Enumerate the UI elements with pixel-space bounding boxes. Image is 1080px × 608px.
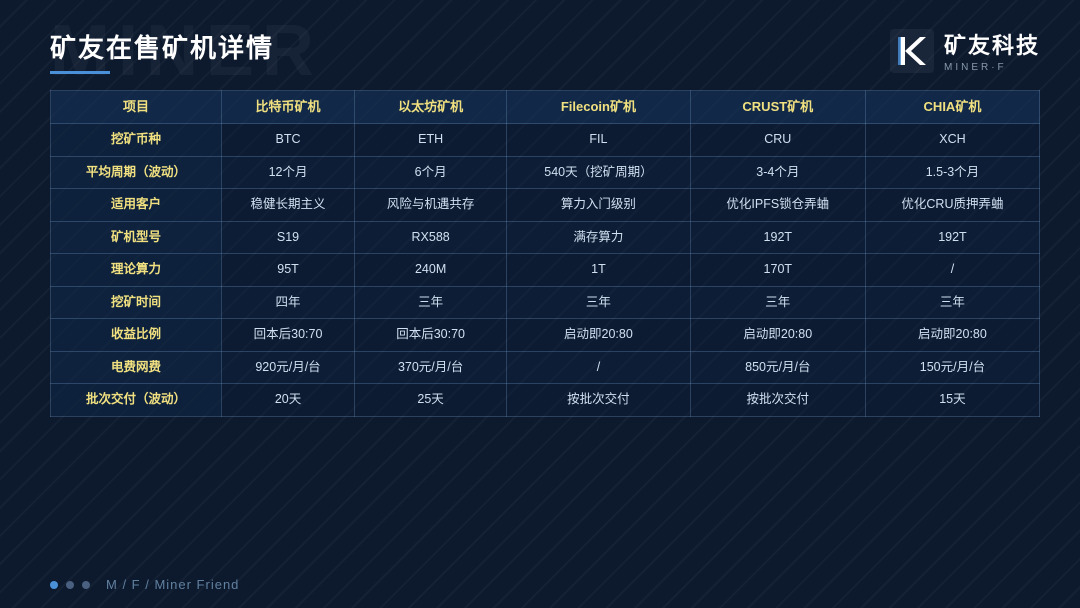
- cell-7-2: 370元/月/台: [355, 351, 507, 384]
- cell-2-4: 优化IPFS锁仓弄蛐: [690, 189, 865, 222]
- cell-2-0: 适用客户: [51, 189, 222, 222]
- cell-5-1: 四年: [221, 286, 354, 319]
- col-header-1: 比特币矿机: [221, 91, 354, 124]
- footer-text: M / F / Miner Friend: [106, 577, 239, 592]
- table-row: 理论算力95T240M1T170T/: [51, 254, 1040, 287]
- cell-7-4: 850元/月/台: [690, 351, 865, 384]
- cell-8-0: 批次交付（波动）: [51, 384, 222, 417]
- dot-3: [82, 581, 90, 589]
- page-title: 矿友在售矿机详情: [50, 28, 274, 65]
- cell-4-1: 95T: [221, 254, 354, 287]
- cell-3-3: 满存算力: [507, 221, 691, 254]
- cell-2-3: 算力入门级别: [507, 189, 691, 222]
- cell-6-1: 回本后30:70: [221, 319, 354, 352]
- table-row: 电费网费920元/月/台370元/月/台/850元/月/台150元/月/台: [51, 351, 1040, 384]
- dot-1: [50, 581, 58, 589]
- cell-7-1: 920元/月/台: [221, 351, 354, 384]
- logo-main-text: 矿友科技: [944, 28, 1040, 60]
- cell-5-2: 三年: [355, 286, 507, 319]
- col-header-0: 项目: [51, 91, 222, 124]
- table-container: 项目 比特币矿机 以太坊矿机 Filecoin矿机 CRUST矿机 CHIA矿机…: [0, 74, 1080, 427]
- cell-8-5: 15天: [865, 384, 1039, 417]
- cell-0-5: XCH: [865, 124, 1039, 157]
- logo-icon: [890, 29, 934, 73]
- cell-1-1: 12个月: [221, 156, 354, 189]
- cell-7-3: /: [507, 351, 691, 384]
- table-body: 挖矿币种BTCETHFILCRUXCH平均周期（波动）12个月6个月540天（挖…: [51, 124, 1040, 417]
- cell-0-3: FIL: [507, 124, 691, 157]
- col-header-3: Filecoin矿机: [507, 91, 691, 124]
- cell-1-5: 1.5-3个月: [865, 156, 1039, 189]
- cell-3-1: S19: [221, 221, 354, 254]
- cell-5-0: 挖矿时间: [51, 286, 222, 319]
- footer: M / F / Miner Friend: [50, 577, 239, 592]
- cell-0-1: BTC: [221, 124, 354, 157]
- col-header-4: CRUST矿机: [690, 91, 865, 124]
- cell-6-3: 启动即20:80: [507, 319, 691, 352]
- cell-8-1: 20天: [221, 384, 354, 417]
- col-header-5: CHIA矿机: [865, 91, 1039, 124]
- cell-8-2: 25天: [355, 384, 507, 417]
- cell-5-3: 三年: [507, 286, 691, 319]
- cell-3-5: 192T: [865, 221, 1039, 254]
- header-row: 项目 比特币矿机 以太坊矿机 Filecoin矿机 CRUST矿机 CHIA矿机: [51, 91, 1040, 124]
- logo-sub-text: MINER·F: [944, 62, 1007, 73]
- table-row: 适用客户稳健长期主义风险与机遇共存算力入门级别优化IPFS锁仓弄蛐优化CRU质押…: [51, 189, 1040, 222]
- cell-6-5: 启动即20:80: [865, 319, 1039, 352]
- cell-4-5: /: [865, 254, 1039, 287]
- cell-0-0: 挖矿币种: [51, 124, 222, 157]
- cell-4-0: 理论算力: [51, 254, 222, 287]
- cell-6-0: 收益比例: [51, 319, 222, 352]
- table-row: 挖矿币种BTCETHFILCRUXCH: [51, 124, 1040, 157]
- table-row: 挖矿时间四年三年三年三年三年: [51, 286, 1040, 319]
- cell-7-5: 150元/月/台: [865, 351, 1039, 384]
- cell-4-4: 170T: [690, 254, 865, 287]
- cell-1-2: 6个月: [355, 156, 507, 189]
- cell-4-2: 240M: [355, 254, 507, 287]
- cell-5-4: 三年: [690, 286, 865, 319]
- cell-5-5: 三年: [865, 286, 1039, 319]
- cell-8-3: 按批次交付: [507, 384, 691, 417]
- cell-0-2: ETH: [355, 124, 507, 157]
- cell-3-2: RX588: [355, 221, 507, 254]
- header: MINER 矿友在售矿机详情 矿友科技 MINER·F: [0, 0, 1080, 74]
- logo-text-block: 矿友科技 MINER·F: [944, 28, 1040, 73]
- col-header-2: 以太坊矿机: [355, 91, 507, 124]
- title-block: MINER 矿友在售矿机详情: [50, 28, 274, 74]
- table-row: 平均周期（波动）12个月6个月540天（挖矿周期）3-4个月1.5-3个月: [51, 156, 1040, 189]
- title-underline: [50, 71, 110, 74]
- cell-4-3: 1T: [507, 254, 691, 287]
- logo-area: 矿友科技 MINER·F: [890, 28, 1040, 73]
- table-header: 项目 比特币矿机 以太坊矿机 Filecoin矿机 CRUST矿机 CHIA矿机: [51, 91, 1040, 124]
- cell-1-4: 3-4个月: [690, 156, 865, 189]
- cell-2-5: 优化CRU质押弄蛐: [865, 189, 1039, 222]
- cell-1-3: 540天（挖矿周期）: [507, 156, 691, 189]
- cell-1-0: 平均周期（波动）: [51, 156, 222, 189]
- miner-table: 项目 比特币矿机 以太坊矿机 Filecoin矿机 CRUST矿机 CHIA矿机…: [50, 90, 1040, 417]
- cell-3-4: 192T: [690, 221, 865, 254]
- cell-2-1: 稳健长期主义: [221, 189, 354, 222]
- table-row: 收益比例回本后30:70回本后30:70启动即20:80启动即20:80启动即2…: [51, 319, 1040, 352]
- cell-7-0: 电费网费: [51, 351, 222, 384]
- cell-6-4: 启动即20:80: [690, 319, 865, 352]
- table-row: 批次交付（波动）20天25天按批次交付按批次交付15天: [51, 384, 1040, 417]
- cell-6-2: 回本后30:70: [355, 319, 507, 352]
- cell-2-2: 风险与机遇共存: [355, 189, 507, 222]
- table-row: 矿机型号S19RX588满存算力192T192T: [51, 221, 1040, 254]
- cell-0-4: CRU: [690, 124, 865, 157]
- cell-8-4: 按批次交付: [690, 384, 865, 417]
- dot-2: [66, 581, 74, 589]
- cell-3-0: 矿机型号: [51, 221, 222, 254]
